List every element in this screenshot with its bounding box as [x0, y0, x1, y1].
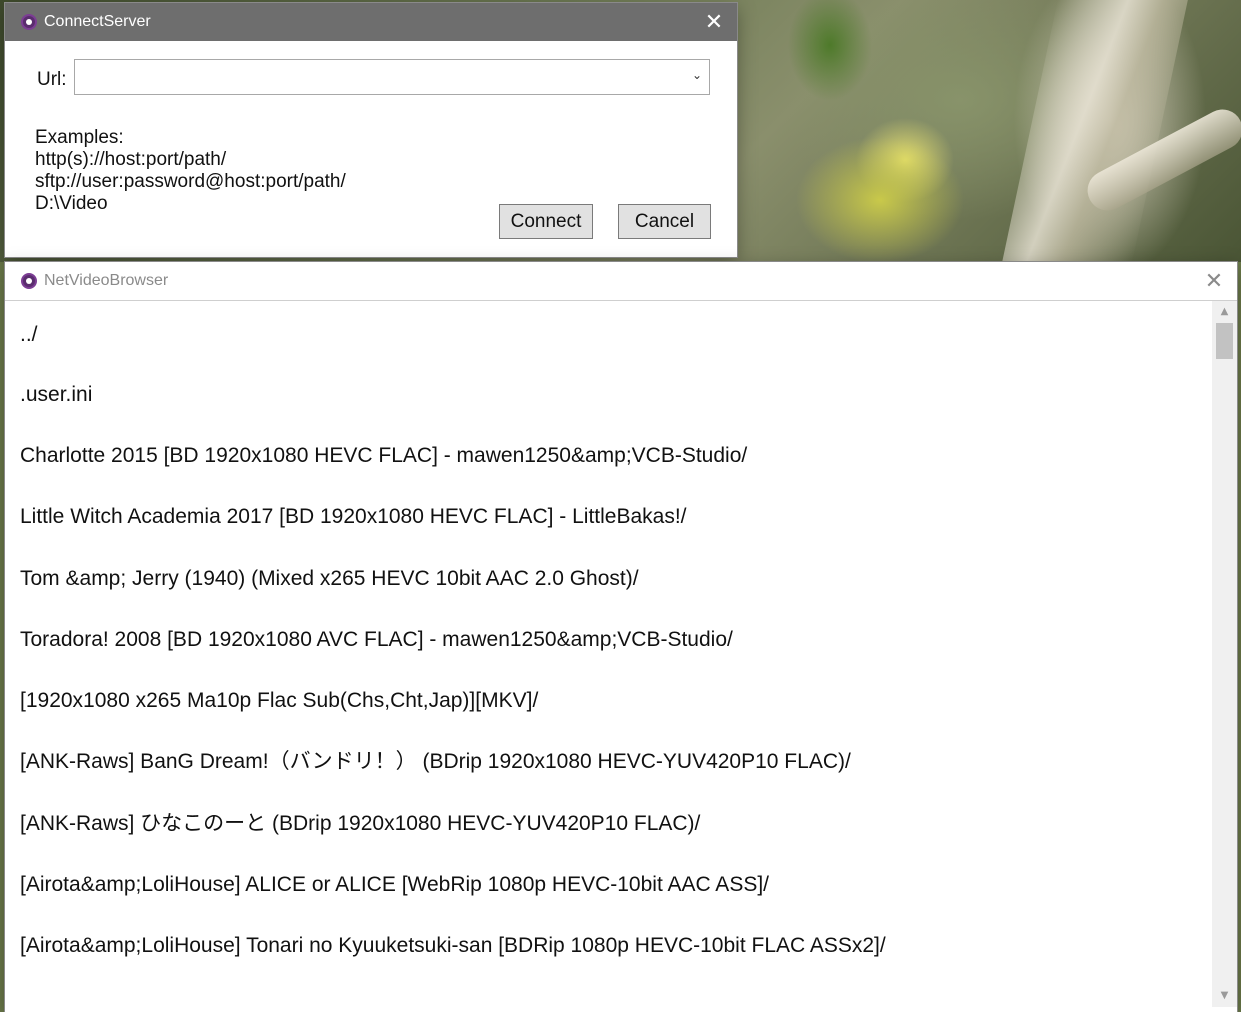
connect-dialog-titlebar[interactable]: ConnectServer ✕ — [5, 3, 737, 41]
list-item[interactable]: ../ — [20, 322, 38, 348]
list-item[interactable]: .user.ini — [20, 382, 92, 408]
list-item[interactable]: [1920x1080 x265 Ma10p Flac Sub(Chs,Cht,J… — [20, 688, 538, 714]
url-row: Url: ⌄ — [5, 59, 737, 99]
vertical-scrollbar[interactable]: ▲ ▼ — [1212, 301, 1237, 1007]
scroll-up-arrow-icon[interactable]: ▲ — [1212, 301, 1237, 323]
connect-dialog-close-button[interactable]: ✕ — [691, 3, 737, 41]
url-combobox[interactable]: ⌄ — [74, 59, 710, 95]
url-examples: Examples: http(s)://host:port/path/ sftp… — [35, 127, 346, 215]
scroll-down-arrow-icon[interactable]: ▼ — [1212, 985, 1237, 1007]
connect-button[interactable]: Connect — [499, 204, 593, 239]
example-local-path: D:\Video — [35, 193, 108, 214]
list-item[interactable]: [ANK-Raws] ひなこのーと (BDrip 1920x1080 HEVC-… — [20, 811, 700, 837]
list-item[interactable]: Tom &amp; Jerry (1940) (Mixed x265 HEVC … — [20, 566, 639, 592]
list-item[interactable]: [Airota&amp;LoliHouse] ALICE or ALICE [W… — [20, 872, 769, 898]
scrollbar-thumb[interactable] — [1216, 323, 1233, 359]
browser-title: NetVideoBrowser — [44, 272, 169, 289]
browser-titlebar[interactable]: NetVideoBrowser ✕ — [5, 262, 1237, 301]
connect-server-dialog: ConnectServer ✕ Url: ⌄ Examples: http(s)… — [5, 3, 737, 257]
list-item[interactable]: Little Witch Academia 2017 [BD 1920x1080… — [20, 504, 687, 530]
list-item[interactable]: [Airota&amp;LoliHouse] Tonari no Kyuuket… — [20, 933, 886, 959]
cancel-button[interactable]: Cancel — [618, 204, 711, 239]
list-item[interactable]: Toradora! 2008 [BD 1920x1080 AVC FLAC] -… — [20, 627, 733, 653]
example-http: http(s)://host:port/path/ — [35, 149, 227, 170]
browser-close-button[interactable]: ✕ — [1191, 262, 1237, 300]
url-input[interactable] — [79, 61, 673, 95]
examples-heading: Examples: — [35, 127, 124, 148]
wallpaper-tree-trunk — [1002, 0, 1188, 262]
chevron-down-icon[interactable]: ⌄ — [691, 69, 703, 81]
app-logo-icon — [21, 273, 37, 289]
url-label: Url: — [37, 69, 67, 90]
net-video-browser-window: NetVideoBrowser ✕ ../ .user.ini Charlott… — [5, 262, 1237, 1012]
app-logo-icon — [21, 14, 37, 30]
file-list: ../ .user.ini Charlotte 2015 [BD 1920x10… — [5, 301, 1212, 1006]
example-sftp: sftp://user:password@host:port/path/ — [35, 171, 346, 192]
list-item[interactable]: [ANK-Raws] BanG Dream!（バンドリ！） (BDrip 192… — [20, 749, 851, 775]
list-item[interactable]: Charlotte 2015 [BD 1920x1080 HEVC FLAC] … — [20, 443, 747, 469]
connect-dialog-title: ConnectServer — [44, 13, 151, 30]
